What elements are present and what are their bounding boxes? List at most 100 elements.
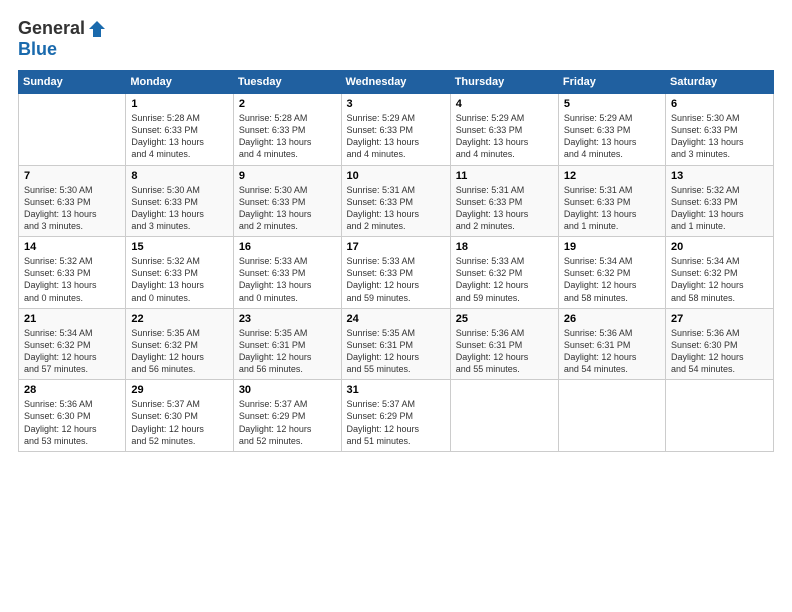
day-info-line: and 4 minutes. <box>564 148 660 160</box>
day-info-line: Sunset: 6:33 PM <box>564 124 660 136</box>
calendar-cell: 22Sunrise: 5:35 AMSunset: 6:32 PMDayligh… <box>126 308 233 380</box>
day-info-line: Sunrise: 5:31 AM <box>347 184 445 196</box>
calendar-cell: 28Sunrise: 5:36 AMSunset: 6:30 PMDayligh… <box>19 380 126 452</box>
calendar-cell: 15Sunrise: 5:32 AMSunset: 6:33 PMDayligh… <box>126 237 233 309</box>
day-number: 22 <box>131 313 227 325</box>
calendar-week-row: 28Sunrise: 5:36 AMSunset: 6:30 PMDayligh… <box>19 380 774 452</box>
day-info-line: and 0 minutes. <box>239 292 336 304</box>
calendar-cell <box>558 380 665 452</box>
day-info-line: Sunrise: 5:30 AM <box>671 112 768 124</box>
day-info-line: Daylight: 13 hours <box>24 208 120 220</box>
day-info-line: and 51 minutes. <box>347 435 445 447</box>
day-info-line: Daylight: 13 hours <box>131 136 227 148</box>
day-number: 10 <box>347 170 445 182</box>
day-info-line: Sunset: 6:33 PM <box>347 196 445 208</box>
day-info-line: Sunset: 6:33 PM <box>347 267 445 279</box>
day-info-line: Sunset: 6:32 PM <box>564 267 660 279</box>
calendar-cell: 5Sunrise: 5:29 AMSunset: 6:33 PMDaylight… <box>558 94 665 166</box>
day-info-line: and 58 minutes. <box>564 292 660 304</box>
day-info-line: Sunset: 6:33 PM <box>347 124 445 136</box>
day-info-line: Sunrise: 5:32 AM <box>131 255 227 267</box>
day-info-line: Sunrise: 5:29 AM <box>347 112 445 124</box>
day-info-line: Sunset: 6:29 PM <box>239 410 336 422</box>
calendar-cell <box>450 380 558 452</box>
day-number: 14 <box>24 241 120 253</box>
calendar-cell <box>19 94 126 166</box>
day-number: 12 <box>564 170 660 182</box>
day-info-line: Daylight: 13 hours <box>131 208 227 220</box>
logo-icon <box>87 19 107 39</box>
calendar-cell: 30Sunrise: 5:37 AMSunset: 6:29 PMDayligh… <box>233 380 341 452</box>
day-info-line: Daylight: 12 hours <box>131 351 227 363</box>
day-number: 26 <box>564 313 660 325</box>
day-number: 8 <box>131 170 227 182</box>
calendar-cell: 23Sunrise: 5:35 AMSunset: 6:31 PMDayligh… <box>233 308 341 380</box>
day-info-line: Daylight: 13 hours <box>347 208 445 220</box>
day-info-line: Sunrise: 5:30 AM <box>239 184 336 196</box>
day-info-line: Sunrise: 5:34 AM <box>564 255 660 267</box>
day-info-line: Daylight: 13 hours <box>671 136 768 148</box>
day-info-line: and 0 minutes. <box>131 292 227 304</box>
day-info-line: and 2 minutes. <box>456 220 553 232</box>
day-info-line: Sunrise: 5:31 AM <box>456 184 553 196</box>
day-info-line: Sunset: 6:33 PM <box>131 196 227 208</box>
calendar-cell: 3Sunrise: 5:29 AMSunset: 6:33 PMDaylight… <box>341 94 450 166</box>
day-info-line: Sunrise: 5:36 AM <box>24 398 120 410</box>
day-number: 21 <box>24 313 120 325</box>
day-info-line: and 4 minutes. <box>239 148 336 160</box>
day-info-line: Sunrise: 5:35 AM <box>239 327 336 339</box>
calendar-header-tuesday: Tuesday <box>233 71 341 94</box>
calendar-table: SundayMondayTuesdayWednesdayThursdayFrid… <box>18 70 774 452</box>
day-number: 3 <box>347 98 445 110</box>
calendar-cell: 18Sunrise: 5:33 AMSunset: 6:32 PMDayligh… <box>450 237 558 309</box>
day-info-line: Daylight: 12 hours <box>671 279 768 291</box>
day-info-line: Sunset: 6:31 PM <box>239 339 336 351</box>
calendar-header-row: SundayMondayTuesdayWednesdayThursdayFrid… <box>19 71 774 94</box>
calendar-header-monday: Monday <box>126 71 233 94</box>
day-info-line: Sunrise: 5:28 AM <box>239 112 336 124</box>
day-number: 27 <box>671 313 768 325</box>
day-info-line: Sunrise: 5:29 AM <box>456 112 553 124</box>
calendar-header-wednesday: Wednesday <box>341 71 450 94</box>
day-info-line: Sunrise: 5:33 AM <box>456 255 553 267</box>
day-info-line: Sunset: 6:31 PM <box>456 339 553 351</box>
day-info-line: Daylight: 13 hours <box>239 208 336 220</box>
day-info-line: and 55 minutes. <box>347 363 445 375</box>
day-info-line: and 1 minute. <box>671 220 768 232</box>
day-info-line: and 1 minute. <box>564 220 660 232</box>
day-info-line: and 0 minutes. <box>24 292 120 304</box>
day-info-line: and 54 minutes. <box>564 363 660 375</box>
day-info-line: Sunrise: 5:29 AM <box>564 112 660 124</box>
day-number: 29 <box>131 384 227 396</box>
calendar-header-saturday: Saturday <box>665 71 773 94</box>
day-info-line: Sunrise: 5:32 AM <box>671 184 768 196</box>
day-info-line: Sunset: 6:33 PM <box>239 267 336 279</box>
day-info-line: Sunrise: 5:36 AM <box>564 327 660 339</box>
day-info-line: Daylight: 12 hours <box>456 351 553 363</box>
day-info-line: and 59 minutes. <box>456 292 553 304</box>
day-info-line: Sunrise: 5:37 AM <box>131 398 227 410</box>
calendar-header-sunday: Sunday <box>19 71 126 94</box>
day-info-line: Sunrise: 5:35 AM <box>347 327 445 339</box>
calendar-cell: 17Sunrise: 5:33 AMSunset: 6:33 PMDayligh… <box>341 237 450 309</box>
day-info-line: Daylight: 12 hours <box>564 279 660 291</box>
calendar-week-row: 1Sunrise: 5:28 AMSunset: 6:33 PMDaylight… <box>19 94 774 166</box>
day-info-line: Sunset: 6:31 PM <box>564 339 660 351</box>
calendar-cell: 4Sunrise: 5:29 AMSunset: 6:33 PMDaylight… <box>450 94 558 166</box>
day-number: 9 <box>239 170 336 182</box>
day-info-line: Sunset: 6:33 PM <box>239 196 336 208</box>
logo: General Blue <box>18 18 107 60</box>
day-info-line: and 3 minutes. <box>24 220 120 232</box>
day-info-line: Daylight: 12 hours <box>671 351 768 363</box>
day-info-line: and 2 minutes. <box>347 220 445 232</box>
day-info-line: Sunrise: 5:33 AM <box>239 255 336 267</box>
day-info-line: Daylight: 13 hours <box>671 208 768 220</box>
day-number: 16 <box>239 241 336 253</box>
calendar-header-thursday: Thursday <box>450 71 558 94</box>
day-info-line: Daylight: 13 hours <box>456 136 553 148</box>
day-info-line: Daylight: 12 hours <box>347 351 445 363</box>
day-number: 17 <box>347 241 445 253</box>
day-info-line: and 54 minutes. <box>671 363 768 375</box>
calendar-week-row: 7Sunrise: 5:30 AMSunset: 6:33 PMDaylight… <box>19 165 774 237</box>
calendar-cell: 2Sunrise: 5:28 AMSunset: 6:33 PMDaylight… <box>233 94 341 166</box>
